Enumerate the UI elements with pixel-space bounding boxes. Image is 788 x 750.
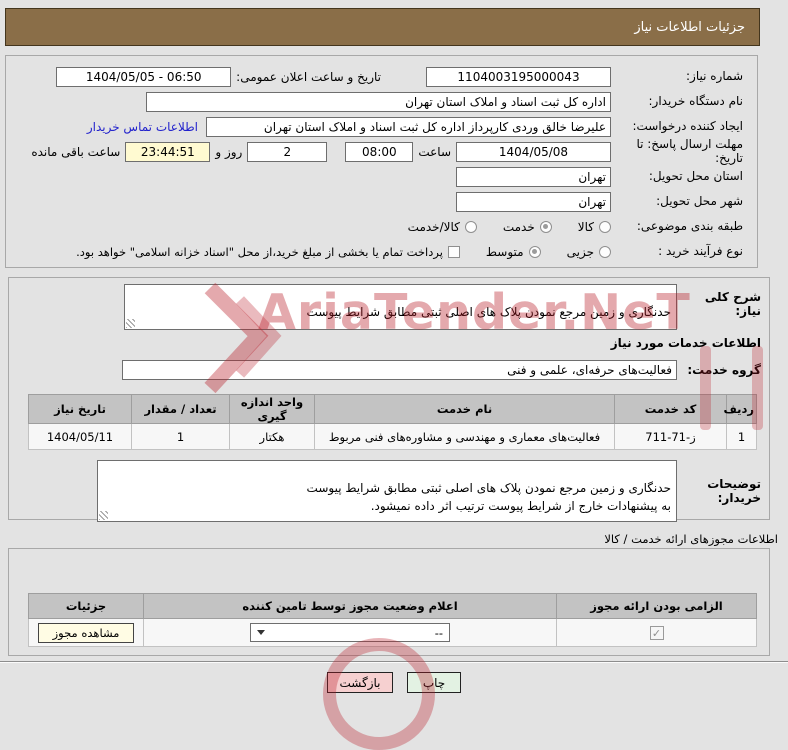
- radio-service-label: خدمت: [502, 219, 535, 234]
- remaining-days-input[interactable]: 2: [247, 141, 328, 162]
- deadline-row: مهلت ارسال پاسخ: تا تاریخ: 1404/05/08 سا…: [12, 136, 751, 165]
- services-table: ردیف کد خدمت نام خدمت واحد اندازه گیری ت…: [28, 394, 757, 450]
- deadline-time-input[interactable]: 08:00: [345, 141, 414, 162]
- back-button[interactable]: بازگشت: [327, 672, 393, 693]
- select-arrow-icon: [257, 630, 265, 635]
- td-quantity: 1: [131, 423, 230, 450]
- services-header: اطلاعات خدمات مورد نیاز: [610, 336, 761, 350]
- th-license-details: جزئیات: [28, 593, 144, 619]
- city-row: شهر محل تحویل: تهران: [12, 189, 751, 214]
- footer-buttons: چاپ بازگشت: [0, 672, 788, 693]
- process-type-row: نوع فرآیند خرید : جزیی متوسط پرداخت تمام…: [12, 239, 751, 264]
- need-number-label: شماره نیاز:: [686, 68, 743, 83]
- licenses-header: اطلاعات مجوزهای ارائه خدمت / کالا: [604, 532, 778, 546]
- treasury-checkbox-label: پرداخت تمام یا بخشی از مبلغ خرید،از محل …: [76, 244, 443, 259]
- need-details-page: { "title": "جزئیات اطلاعات نیاز", "color…: [0, 0, 788, 750]
- need-number-input[interactable]: 1104003195000043: [426, 66, 611, 87]
- view-license-button[interactable]: مشاهده مجوز: [37, 622, 135, 643]
- print-button[interactable]: چاپ: [407, 672, 461, 693]
- th-service-code: کد خدمت: [614, 394, 727, 424]
- radio-medium[interactable]: [528, 245, 541, 258]
- th-quantity: تعداد / مقدار: [131, 394, 230, 424]
- td-license-mandatory: [556, 618, 757, 647]
- general-desc-label: شرح کلی نیاز:: [704, 290, 761, 318]
- buyer-org-row: نام دستگاه خریدار: اداره کل ثبت اسناد و …: [12, 89, 751, 114]
- radio-goods[interactable]: [599, 220, 611, 233]
- licenses-table-header-row: الزامی بودن ارائه مجوز اعلام وضعیت مجوز …: [28, 593, 757, 619]
- mandatory-license-checkbox[interactable]: [649, 625, 664, 640]
- radio-medium-label: متوسط: [485, 244, 524, 259]
- classification-row: طبقه بندی موضوعی: کالا خدمت کالا/خدمت: [12, 214, 751, 239]
- treasury-checkbox[interactable]: [447, 245, 460, 258]
- radio-partial[interactable]: [599, 245, 611, 258]
- remaining-days-label: روز و: [215, 144, 243, 159]
- th-license-status: اعلام وضعیت مجوز توسط تامین کننده: [143, 593, 557, 619]
- city-input[interactable]: تهران: [456, 191, 611, 212]
- buyer-org-label: نام دستگاه خریدار:: [648, 93, 744, 108]
- classification-label: طبقه بندی موضوعی:: [636, 218, 743, 233]
- remaining-hours-label: ساعت باقی مانده: [31, 144, 121, 159]
- td-service-name: فعالیت‌های معماری و مهندسی و مشاوره‌های …: [314, 423, 615, 450]
- deadline-label: مهلت ارسال پاسخ: تا تاریخ:: [636, 136, 743, 165]
- service-group-input[interactable]: فعالیت‌های حرفه‌ای، علمی و فنی: [122, 360, 677, 380]
- buyer-org-input[interactable]: اداره کل ثبت اسناد و املاک استان تهران: [146, 91, 611, 112]
- services-table-header-row: ردیف کد خدمت نام خدمت واحد اندازه گیری ت…: [28, 394, 757, 424]
- creator-row: ایجاد کننده درخواست: علیرضا خالق وردی کا…: [12, 114, 751, 139]
- deadline-date-input[interactable]: 1404/05/08: [456, 141, 611, 162]
- services-table-row: 1 711-71-ز فعالیت‌های معماری و مهندسی و …: [28, 423, 757, 450]
- buyer-contact-link[interactable]: اطلاعات تماس خریدار: [87, 120, 198, 134]
- buyer-notes-row: توضیحات خریدار: حدنگاری و زمین مرجع نمود…: [13, 460, 765, 522]
- general-desc-textarea[interactable]: حدنگاری و زمین مرجع نمودن پلاک های اصلی …: [124, 284, 677, 330]
- province-row: استان محل تحویل: تهران: [12, 164, 751, 189]
- remaining-time-input[interactable]: 23:44:51: [125, 141, 211, 162]
- resize-handle-icon[interactable]: [126, 319, 135, 328]
- process-type-label: نوع فرآیند خرید :: [658, 243, 743, 258]
- th-service-name: نام خدمت: [314, 394, 615, 424]
- services-section: شرح کلی نیاز: حدنگاری و زمین مرجع نمودن …: [8, 277, 770, 522]
- page-title-bar: جزئیات اطلاعات نیاز: [5, 8, 760, 46]
- td-license-status: --: [143, 618, 557, 647]
- th-unit: واحد اندازه گیری: [229, 394, 315, 424]
- th-need-date: تاریخ نیاز: [28, 394, 132, 424]
- service-group-row: گروه خدمت: فعالیت‌های حرفه‌ای، علمی و فن…: [13, 360, 765, 380]
- td-need-date: 1404/05/11: [28, 423, 132, 450]
- service-group-label: گروه خدمت:: [687, 363, 761, 377]
- licenses-table: الزامی بودن ارائه مجوز اعلام وضعیت مجوز …: [28, 593, 757, 647]
- announce-label: تاریخ و ساعت اعلان عمومی:: [236, 69, 381, 84]
- city-label: شهر محل تحویل:: [656, 193, 743, 208]
- radio-goods-service-label: کالا/خدمت: [407, 219, 460, 234]
- resize-handle-icon[interactable]: [99, 511, 108, 520]
- buyer-notes-label: توضیحات خریدار:: [707, 477, 761, 505]
- need-number-row: شماره نیاز: 1104003195000043 تاریخ و ساع…: [12, 64, 751, 89]
- radio-service[interactable]: [539, 220, 552, 233]
- td-license-details: مشاهده مجوز: [28, 618, 144, 647]
- creator-input[interactable]: علیرضا خالق وردی کارپرداز اداره کل ثبت ا…: [206, 116, 611, 137]
- td-service-code: 711-71-ز: [614, 423, 727, 450]
- radio-partial-label: جزیی: [566, 244, 594, 259]
- td-row-number: 1: [726, 423, 757, 450]
- license-status-select[interactable]: --: [250, 623, 450, 642]
- general-desc-row: شرح کلی نیاز: حدنگاری و زمین مرجع نمودن …: [13, 284, 765, 330]
- need-info-section: شماره نیاز: 1104003195000043 تاریخ و ساع…: [5, 55, 758, 268]
- td-unit: هکتار: [229, 423, 315, 450]
- th-row-number: ردیف: [723, 394, 757, 424]
- licenses-table-row: -- مشاهده مجوز: [28, 618, 757, 647]
- license-status-value: --: [434, 625, 443, 640]
- creator-label: ایجاد کننده درخواست:: [632, 118, 743, 133]
- province-label: استان محل تحویل:: [648, 168, 743, 183]
- announce-input[interactable]: 1404/05/05 - 06:50: [56, 66, 232, 87]
- footer-divider: [0, 661, 788, 663]
- province-input[interactable]: تهران: [456, 166, 611, 187]
- radio-goods-label: کالا: [577, 219, 594, 234]
- deadline-hour-label: ساعت: [418, 144, 451, 159]
- licenses-section: الزامی بودن ارائه مجوز اعلام وضعیت مجوز …: [8, 548, 770, 656]
- buyer-notes-textarea[interactable]: حدنگاری و زمین مرجع نمودن پلاک های اصلی …: [97, 460, 677, 522]
- page-title: جزئیات اطلاعات نیاز: [634, 19, 745, 35]
- th-license-mandatory: الزامی بودن ارائه مجوز: [556, 593, 757, 619]
- radio-goods-service[interactable]: [464, 220, 477, 233]
